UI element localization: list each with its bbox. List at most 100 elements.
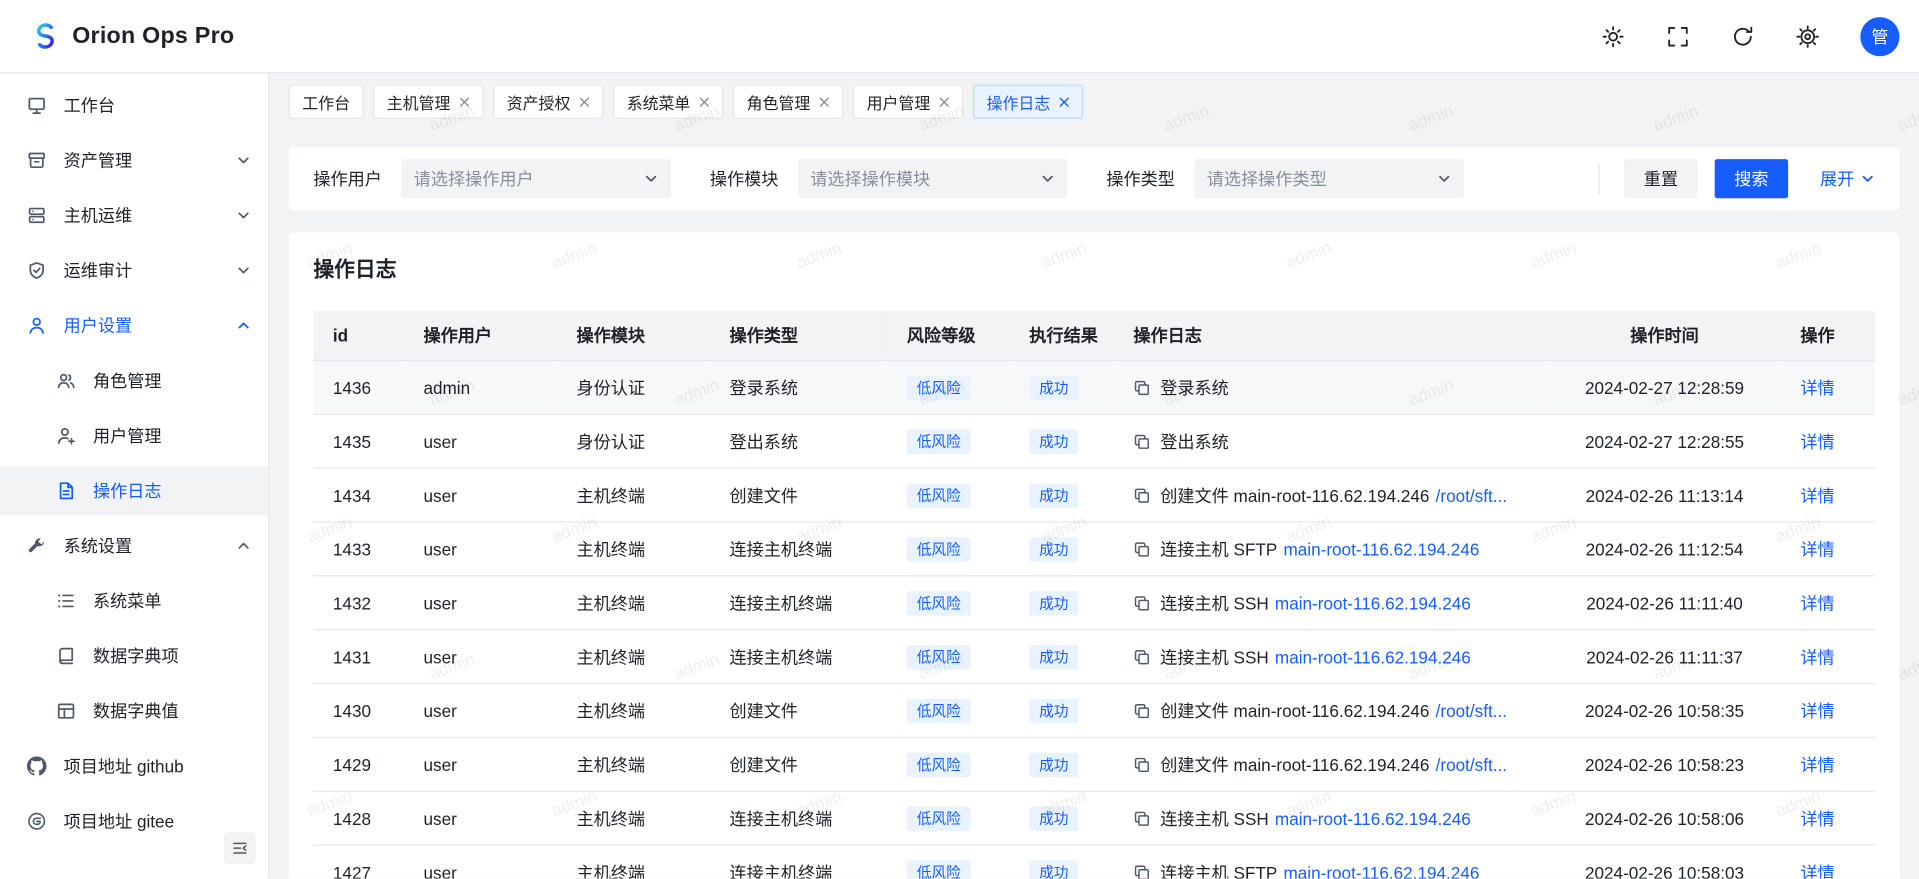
header-actions: 管 [1601,17,1900,56]
sidebar-item[interactable]: 项目地址 github [0,742,268,791]
detail-link[interactable]: 详情 [1800,378,1834,398]
expand-toggle[interactable]: 展开 [1820,166,1875,190]
result-badge: 成功 [1029,806,1078,830]
table-row: 1432user主机终端连接主机终端低风险成功连接主机 SSHmain-root… [313,576,1875,630]
cell-log: 连接主机 SFTPmain-root-116.62.194.246 [1114,845,1548,879]
log-link[interactable]: main-root-116.62.194.246 [1275,647,1471,667]
tab-close-icon[interactable] [699,96,710,107]
log-link[interactable]: main-root-116.62.194.246 [1275,808,1471,828]
role-icon [56,371,76,391]
detail-link[interactable]: 详情 [1800,593,1834,613]
copy-icon[interactable] [1133,756,1150,773]
host-icon [27,206,47,226]
detail-link[interactable]: 详情 [1800,431,1834,451]
log-text: 连接主机 SSH [1160,806,1269,830]
reset-button[interactable]: 重置 [1624,159,1697,198]
theme-icon[interactable] [1601,24,1625,48]
detail-link[interactable]: 详情 [1800,701,1834,721]
log-text: 创建文件 main-root-116.62.194.246 [1160,752,1429,776]
copy-icon[interactable] [1133,702,1150,719]
sidebar-item[interactable]: 数据字典项 [0,632,268,681]
log-link[interactable]: main-root-116.62.194.246 [1283,539,1479,559]
chevron-up-icon [236,318,251,333]
cell-type: 登出系统 [710,414,887,468]
cell-id: 1436 [313,360,404,414]
sidebar-item[interactable]: 工作台 [0,81,268,130]
tab-close-icon[interactable] [1059,96,1070,107]
tab-close-icon[interactable] [939,96,950,107]
avatar[interactable]: 管 [1860,17,1899,56]
log-link[interactable]: /root/sft... [1436,701,1507,721]
detail-link[interactable]: 详情 [1800,647,1834,667]
filter-select[interactable]: 请选择操作用户 [401,159,670,198]
cell-action: 详情 [1781,468,1875,522]
refresh-icon[interactable] [1731,24,1755,48]
risk-badge: 低风险 [907,483,971,507]
sidebar-item[interactable]: 操作日志 [0,466,268,515]
copy-icon[interactable] [1133,594,1150,611]
sidebar-item[interactable]: 主机运维 [0,191,268,240]
cell-time: 2024-02-26 10:58:35 [1548,684,1781,738]
tab[interactable]: 角色管理 [733,84,843,118]
search-button[interactable]: 搜索 [1715,159,1788,198]
tab-close-icon[interactable] [579,96,590,107]
app-header: Orion Ops Pro 管 [0,0,1919,73]
cell-result: 成功 [1010,414,1114,468]
tab[interactable]: 系统菜单 [613,84,723,118]
sidebar-item[interactable]: 用户管理 [0,411,268,460]
log-link[interactable]: main-root-116.62.194.246 [1283,862,1479,879]
cell-risk: 低风险 [887,630,1009,684]
detail-link[interactable]: 详情 [1800,862,1834,879]
copy-icon[interactable] [1133,863,1150,878]
cell-id: 1435 [313,414,404,468]
tab[interactable]: 工作台 [289,84,364,118]
tab-close-icon[interactable] [459,96,470,107]
sidebar-item-label: 系统菜单 [93,589,251,613]
tab[interactable]: 资产授权 [493,84,603,118]
tab[interactable]: 操作日志 [973,84,1083,118]
log-link[interactable]: /root/sft... [1436,485,1507,505]
sidebar-item[interactable]: 用户设置 [0,301,268,350]
sidebar-item[interactable]: 数据字典值 [0,687,268,736]
logo-text: Orion Ops Pro [72,23,234,50]
filter-select[interactable]: 请选择操作类型 [1195,159,1464,198]
filter-fields: 操作用户请选择操作用户操作模块请选择操作模块操作类型请选择操作类型 [313,159,1503,198]
user-manage-icon [56,426,76,446]
copy-icon[interactable] [1133,810,1150,827]
tab[interactable]: 主机管理 [373,84,483,118]
cell-result: 成功 [1010,360,1114,414]
detail-link[interactable]: 详情 [1800,808,1834,828]
copy-icon[interactable] [1133,433,1150,450]
cell-user: user [404,414,557,468]
log-table: id操作用户操作模块操作类型风险等级执行结果操作日志操作时间操作 1436adm… [313,311,1875,879]
sidebar-item[interactable]: 系统菜单 [0,576,268,625]
detail-link[interactable]: 详情 [1800,755,1834,775]
cell-risk: 低风险 [887,468,1009,522]
sidebar-item[interactable]: 角色管理 [0,356,268,405]
sidebar-item-label: 项目地址 gitee [64,809,251,833]
copy-icon[interactable] [1133,648,1150,665]
copy-icon[interactable] [1133,540,1150,557]
tab-close-icon[interactable] [819,96,830,107]
sidebar-item[interactable]: 运维审计 [0,246,268,295]
filter-field: 操作用户请选择操作用户 [313,159,670,198]
cell-risk: 低风险 [887,791,1009,845]
detail-link[interactable]: 详情 [1800,485,1834,505]
filter-card: 操作用户请选择操作用户操作模块请选择操作模块操作类型请选择操作类型 重置 搜索 … [289,147,1900,211]
copy-icon[interactable] [1133,487,1150,504]
log-link[interactable]: main-root-116.62.194.246 [1275,593,1471,613]
risk-badge: 低风险 [907,375,971,399]
menu-icon [56,591,76,611]
log-link[interactable]: /root/sft... [1436,755,1507,775]
filter-select[interactable]: 请选择操作模块 [798,159,1067,198]
tab[interactable]: 用户管理 [853,84,963,118]
copy-icon[interactable] [1133,379,1150,396]
settings-icon[interactable] [1795,24,1819,48]
fullscreen-icon[interactable] [1666,24,1690,48]
sidebar-item[interactable]: 系统设置 [0,521,268,570]
sidebar-collapse-button[interactable] [224,832,256,864]
cell-module: 主机终端 [557,468,710,522]
detail-link[interactable]: 详情 [1800,539,1834,559]
cell-result: 成功 [1010,684,1114,738]
sidebar-item[interactable]: 资产管理 [0,136,268,185]
